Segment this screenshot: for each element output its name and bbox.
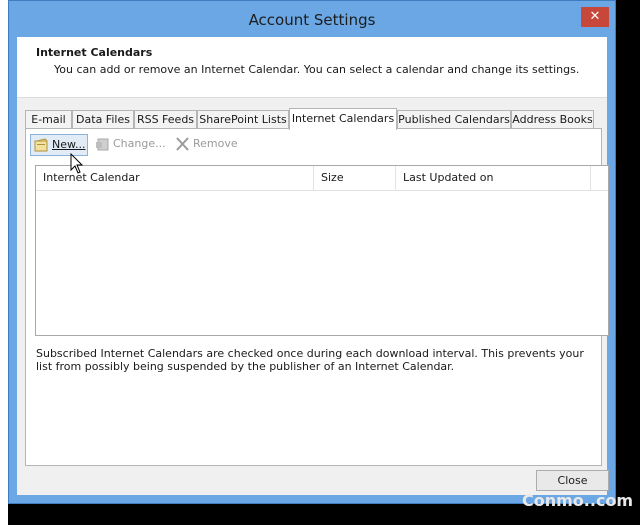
list-header: Internet Calendar Size Last Updated on	[36, 166, 608, 191]
tab-email[interactable]: E-mail	[25, 110, 72, 129]
header-panel: Internet Calendars You can add or remove…	[17, 37, 607, 98]
change-button-label: Change...	[113, 137, 166, 150]
tab-data-files[interactable]: Data Files	[72, 110, 134, 129]
tab-published-calendars[interactable]: Published Calendars	[397, 110, 511, 129]
column-last-updated[interactable]: Last Updated on	[396, 166, 591, 190]
background-window-edge	[0, 0, 8, 525]
column-size[interactable]: Size	[314, 166, 396, 190]
new-calendar-icon	[34, 138, 48, 152]
change-button[interactable]: Change...	[92, 134, 168, 156]
remove-button-label: Remove	[193, 137, 238, 150]
tab-rss-feeds[interactable]: RSS Feeds	[134, 110, 197, 129]
header-description: You can add or remove an Internet Calend…	[54, 63, 580, 76]
close-icon[interactable]: ✕	[581, 7, 609, 27]
tab-internet-calendars[interactable]: Internet Calendars	[289, 108, 397, 130]
title-bar[interactable]: Account Settings ✕	[9, 1, 615, 37]
change-icon	[96, 138, 109, 151]
header-title: Internet Calendars	[36, 46, 153, 59]
remove-button[interactable]: Remove	[172, 134, 238, 156]
remove-x-icon	[176, 137, 189, 151]
tab-sharepoint-lists[interactable]: SharePoint Lists	[197, 110, 289, 129]
mouse-pointer-icon	[70, 153, 84, 174]
new-button-label: New...	[52, 138, 86, 151]
internet-calendars-panel: New... Change... Remove Internet Calenda…	[25, 128, 609, 466]
dialog-title: Account Settings	[248, 11, 376, 29]
dialog-client-area: Internet Calendars You can add or remove…	[17, 37, 609, 495]
account-settings-dialog: Account Settings ✕ Internet Calendars Yo…	[8, 0, 616, 504]
internet-calendar-list[interactable]: Internet Calendar Size Last Updated on	[35, 165, 609, 336]
tab-address-books[interactable]: Address Books	[511, 110, 594, 129]
info-text: Subscribed Internet Calendars are checke…	[36, 347, 584, 373]
close-button[interactable]: Close	[536, 470, 609, 491]
watermark-logo: Conmo..com	[522, 491, 634, 510]
